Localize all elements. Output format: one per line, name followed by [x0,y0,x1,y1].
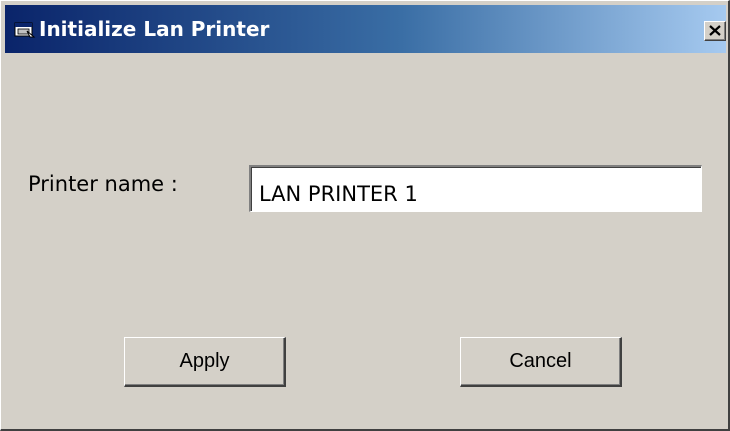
printer-window-icon [14,21,36,39]
window-title: Initialize Lan Printer [39,17,270,41]
cancel-button[interactable]: Cancel [460,337,622,387]
dialog-window: Initialize Lan Printer Printer name : Ap… [0,0,730,431]
apply-button[interactable]: Apply [124,337,286,387]
title-bar[interactable]: Initialize Lan Printer [5,5,726,53]
printer-name-label: Printer name : [28,172,178,196]
close-button[interactable] [704,21,726,41]
printer-name-input[interactable] [249,165,702,212]
